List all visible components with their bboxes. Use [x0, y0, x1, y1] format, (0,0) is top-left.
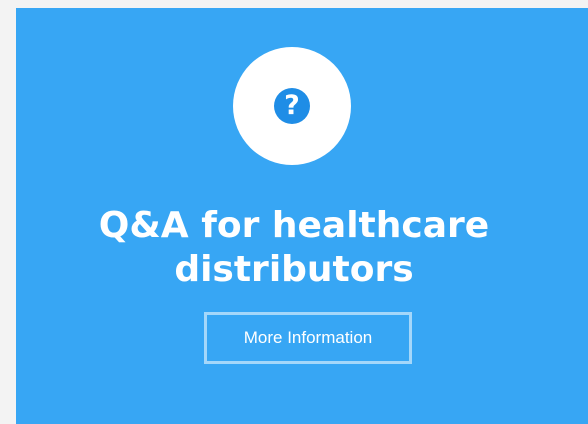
card-title-line-2: distributors — [174, 249, 414, 290]
card-title-line-1: Q&A for healthcare — [98, 205, 490, 246]
icon-circle: ? — [233, 47, 351, 165]
question-mark-icon: ? — [274, 88, 310, 124]
card-title: Q&A for healthcare distributors — [0, 204, 588, 292]
more-information-button[interactable]: More Information — [204, 312, 412, 364]
